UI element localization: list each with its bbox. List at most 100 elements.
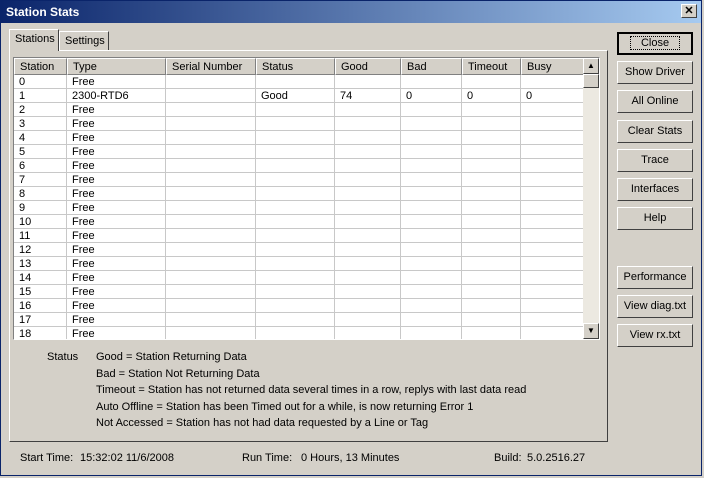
legend-timeout: Timeout = Station has not returned data … [96, 384, 527, 396]
table-row[interactable]: 13 Free [14, 257, 584, 271]
table-row[interactable]: 0 Free [14, 75, 584, 89]
interfaces-button[interactable]: Interfaces [617, 178, 693, 201]
column-header[interactable]: Station [14, 58, 67, 75]
column-header[interactable]: Status [256, 58, 335, 75]
table-row[interactable]: 18 Free [14, 327, 584, 339]
table-row[interactable]: 5 Free [14, 145, 584, 159]
table-cell [166, 215, 256, 229]
close-button[interactable]: Close [617, 32, 693, 55]
table-cell [256, 103, 335, 117]
close-icon[interactable]: ✕ [681, 4, 697, 18]
table-cell: Free [67, 117, 166, 131]
table-cell [335, 313, 401, 327]
table-cell [166, 131, 256, 145]
table-header: Station Type Serial Number Status Good Bad Tim… [14, 58, 584, 75]
window-title: Station Stats [6, 5, 80, 19]
table-cell: Free [67, 327, 166, 339]
table-cell [521, 103, 584, 117]
table-row[interactable]: 12 Free [14, 243, 584, 257]
table-cell: 8 [14, 187, 67, 201]
legend-auto-offline: Auto Offline = Station has been Timed ou… [96, 401, 474, 413]
table-cell [521, 75, 584, 89]
table-cell: 1 [14, 89, 67, 103]
help-button[interactable]: Help [617, 207, 693, 230]
table-cell [521, 243, 584, 257]
show-driver-button[interactable]: Show Driver [617, 61, 693, 84]
build-value: 5.0.2516.27 [527, 452, 586, 464]
table-cell: 10 [14, 215, 67, 229]
table-row[interactable]: 2 Free [14, 103, 584, 117]
title-bar: Station Stats ✕ [1, 1, 701, 23]
table-cell: Free [67, 271, 166, 285]
vertical-scrollbar[interactable]: ▲ ▼ [583, 58, 599, 339]
performance-button[interactable]: Performance [617, 266, 693, 289]
table-cell [256, 201, 335, 215]
legend-label: Status [47, 351, 79, 363]
table-row[interactable]: 4 Free [14, 131, 584, 145]
clear-stats-button[interactable]: Clear Stats [617, 120, 693, 143]
table-cell [166, 257, 256, 271]
table-cell: 13 [14, 257, 67, 271]
table-body: 0 Free 1 2300-RTD6 Good 74 0 0 0 2 Free 3 Free 4 Free 5… [14, 75, 584, 339]
table-cell: 2 [14, 103, 67, 117]
table-cell: Free [67, 285, 166, 299]
table-row[interactable]: 3 Free [14, 117, 584, 131]
table-row[interactable]: 1 2300-RTD6 Good 74 0 0 0 [14, 89, 584, 103]
table-cell [166, 103, 256, 117]
all-online-button[interactable]: All Online [617, 90, 693, 113]
table-row[interactable]: 14 Free [14, 271, 584, 285]
table-cell [166, 89, 256, 103]
table-cell [256, 215, 335, 229]
table-cell: Free [67, 257, 166, 271]
trace-button[interactable]: Trace [617, 149, 693, 172]
tab-stations[interactable]: Stations [9, 29, 59, 51]
scroll-down-icon[interactable]: ▼ [583, 323, 599, 339]
tab-settings[interactable]: Settings [59, 31, 109, 50]
table-cell: 6 [14, 159, 67, 173]
table-cell [166, 299, 256, 313]
column-header[interactable]: Bad [401, 58, 462, 75]
table-cell [462, 229, 521, 243]
table-cell [335, 299, 401, 313]
table-row[interactable]: 9 Free [14, 201, 584, 215]
table-cell [521, 187, 584, 201]
table-cell: Free [67, 201, 166, 215]
scroll-thumb[interactable] [583, 74, 599, 88]
table-cell [335, 215, 401, 229]
table-cell: Free [67, 187, 166, 201]
table-cell [166, 243, 256, 257]
table-cell [256, 117, 335, 131]
stations-table[interactable]: Station Type Serial Number Status Good Bad Tim… [13, 57, 600, 340]
table-row[interactable]: 15 Free [14, 285, 584, 299]
table-cell [335, 229, 401, 243]
table-cell: 12 [14, 243, 67, 257]
table-row[interactable]: 10 Free [14, 215, 584, 229]
table-cell [401, 271, 462, 285]
column-header[interactable]: Good [335, 58, 401, 75]
table-row[interactable]: 8 Free [14, 187, 584, 201]
table-row[interactable]: 16 Free [14, 299, 584, 313]
scroll-up-icon[interactable]: ▲ [583, 58, 599, 74]
legend-good: Good = Station Returning Data [96, 351, 247, 363]
view-diag-button[interactable]: View diag.txt [617, 295, 693, 318]
table-row[interactable]: 7 Free [14, 173, 584, 187]
table-row[interactable]: 6 Free [14, 159, 584, 173]
column-header[interactable]: Type [67, 58, 166, 75]
column-header[interactable]: Serial Number [166, 58, 256, 75]
view-rx-button[interactable]: View rx.txt [617, 324, 693, 347]
table-cell [462, 285, 521, 299]
table-cell [462, 327, 521, 339]
table-cell: 0 [462, 89, 521, 103]
table-cell [462, 103, 521, 117]
table-row[interactable]: 17 Free [14, 313, 584, 327]
column-header[interactable]: Busy [521, 58, 584, 75]
table-cell: 2300-RTD6 [67, 89, 166, 103]
table-cell [462, 131, 521, 145]
tab-stations-label: Stations [15, 33, 55, 45]
table-cell: 5 [14, 145, 67, 159]
table-cell [521, 173, 584, 187]
table-cell [166, 117, 256, 131]
column-header[interactable]: Timeout [462, 58, 521, 75]
table-cell: 0 [401, 89, 462, 103]
table-row[interactable]: 11 Free [14, 229, 584, 243]
